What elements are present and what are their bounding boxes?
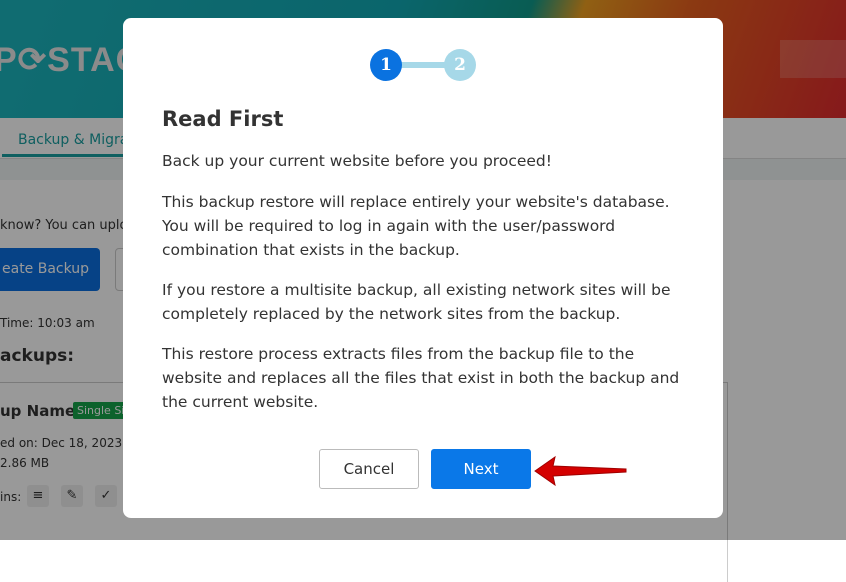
cancel-button[interactable]: Cancel: [319, 449, 419, 489]
paragraph: Back up your current website before you …: [162, 152, 552, 170]
step-1: 1: [370, 49, 402, 81]
paragraph: If you restore a multisite backup, all e…: [162, 281, 671, 323]
read-first-dialog: 1 2 Read First Back up your current webs…: [123, 18, 723, 518]
arrow-pointer-icon: [534, 455, 627, 487]
paragraph: This restore process extracts files from…: [162, 345, 680, 411]
stepper-connector: [398, 62, 448, 68]
dialog-title: Read First: [162, 107, 284, 131]
next-button[interactable]: Next: [431, 449, 531, 489]
paragraph: This backup restore will replace entirel…: [162, 193, 670, 259]
step-2: 2: [444, 49, 476, 81]
